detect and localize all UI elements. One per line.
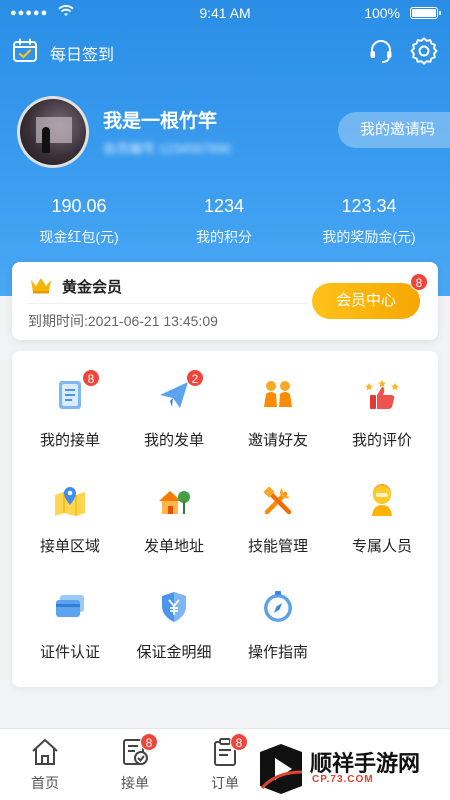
id-card-icon xyxy=(56,595,84,617)
grid-item-guide[interactable]: 操作指南 xyxy=(226,569,330,669)
friends-icon xyxy=(264,381,292,407)
watermark-logo-icon xyxy=(260,744,303,794)
grid-item-label: 保证金明细 xyxy=(136,644,212,661)
user-subtitle-blurred: 会员编号 1234567890 xyxy=(103,141,231,156)
battery-percent: 100% xyxy=(364,5,400,21)
checkin-label[interactable]: 每日签到 xyxy=(50,41,114,65)
grid-item-label: 我的接单 xyxy=(39,432,100,449)
crown-icon xyxy=(31,278,51,294)
notification-badge: 8 xyxy=(230,733,248,751)
calendar-check-icon[interactable] xyxy=(12,38,38,64)
user-name: 我是一根竹竿 xyxy=(103,111,218,132)
tools-icon xyxy=(263,486,292,515)
grid-item-label: 证件认证 xyxy=(39,644,100,661)
grid-item-my-posts[interactable]: 2 我的发单 xyxy=(122,357,226,457)
member-center-button[interactable]: 会员中心 8 xyxy=(312,273,428,319)
map-pin-icon xyxy=(55,487,85,516)
compass-icon xyxy=(264,591,292,622)
stat-reward[interactable]: 123.34 我的奖励金(元) xyxy=(294,196,444,247)
notification-badge: 2 xyxy=(186,369,204,387)
feature-grid: 8 我的接单 2 我的发单 邀请好友 我的评价 接单区域 发单地址 技能管理 专… xyxy=(12,351,438,687)
stats-row: 190.06 现金红包(元) 1234 我的积分 123.34 我的奖励金(元) xyxy=(0,196,450,256)
battery-icon xyxy=(410,7,441,19)
stat-label: 我的积分 xyxy=(196,229,252,245)
tab-take-order[interactable]: 8 接单 xyxy=(90,729,180,800)
membership-expiry: 到期时间:2021-06-21 13:45:09 xyxy=(28,313,218,329)
status-bar: ●●●●● 9:41 AM 100% xyxy=(0,0,450,28)
watermark-overlay: 顺祥手游网 CP.73.COM xyxy=(252,738,450,799)
divider xyxy=(28,303,308,304)
stat-cash-redpacket[interactable]: 190.06 现金红包(元) xyxy=(4,196,154,247)
tab-label: 接单 xyxy=(121,775,149,791)
invite-code-button[interactable]: 我的邀请码 xyxy=(338,112,450,148)
stat-points[interactable]: 1234 我的积分 xyxy=(149,196,299,247)
home-icon xyxy=(32,739,58,765)
grid-item-label: 邀请好友 xyxy=(247,432,308,449)
notification-badge: 8 xyxy=(410,273,428,291)
house-tree-icon xyxy=(159,491,190,514)
grid-item-invite-friends[interactable]: 邀请好友 xyxy=(226,357,330,457)
grid-item-label: 我的发单 xyxy=(143,432,204,449)
tab-label: 首页 xyxy=(31,775,59,791)
grid-item-label: 我的评价 xyxy=(351,432,412,449)
grid-item-label: 技能管理 xyxy=(247,538,308,555)
thumbs-up-stars-icon xyxy=(365,380,399,409)
grid-item-id-verification[interactable]: 证件认证 xyxy=(18,569,122,669)
stat-value: 1234 xyxy=(203,196,245,216)
stat-label: 我的奖励金(元) xyxy=(322,229,416,245)
avatar-photo-person xyxy=(42,127,50,153)
stat-value: 190.06 xyxy=(51,196,107,216)
member-center-label: 会员中心 xyxy=(335,292,396,309)
grid-item-my-orders[interactable]: 8 我的接单 xyxy=(18,357,122,457)
grid-item-my-reviews[interactable]: 我的评价 xyxy=(330,357,434,457)
stat-value: 123.34 xyxy=(341,196,397,216)
shield-yen-icon xyxy=(162,592,186,622)
stat-label: 现金红包(元) xyxy=(39,229,119,245)
notification-badge: 8 xyxy=(140,733,158,751)
staff-person-icon xyxy=(372,484,392,516)
tab-home[interactable]: 首页 xyxy=(0,729,90,800)
membership-title: 黄金会员 xyxy=(62,279,123,296)
avatar[interactable] xyxy=(17,96,89,168)
grid-item-label: 接单区域 xyxy=(39,538,100,555)
grid-item-label: 专属人员 xyxy=(351,538,412,555)
grid-item-skills[interactable]: 技能管理 xyxy=(226,463,330,563)
grid-item-dedicated-staff[interactable]: 专属人员 xyxy=(330,463,434,563)
grid-item-label: 发单地址 xyxy=(143,538,204,555)
notification-badge: 8 xyxy=(82,369,100,387)
grid-item-deposit-details[interactable]: 保证金明细 xyxy=(122,569,226,669)
grid-item-service-area[interactable]: 接单区域 xyxy=(18,463,122,563)
grid-item-post-address[interactable]: 发单地址 xyxy=(122,463,226,563)
top-bar: 每日签到 xyxy=(0,30,450,70)
grid-item-label: 操作指南 xyxy=(247,644,308,661)
membership-card: 黄金会员 到期时间:2021-06-21 13:45:09 会员中心 8 xyxy=(12,262,438,340)
gear-icon[interactable] xyxy=(410,37,438,65)
watermark-url: CP.73.COM xyxy=(312,774,374,785)
headset-icon[interactable] xyxy=(368,38,394,64)
